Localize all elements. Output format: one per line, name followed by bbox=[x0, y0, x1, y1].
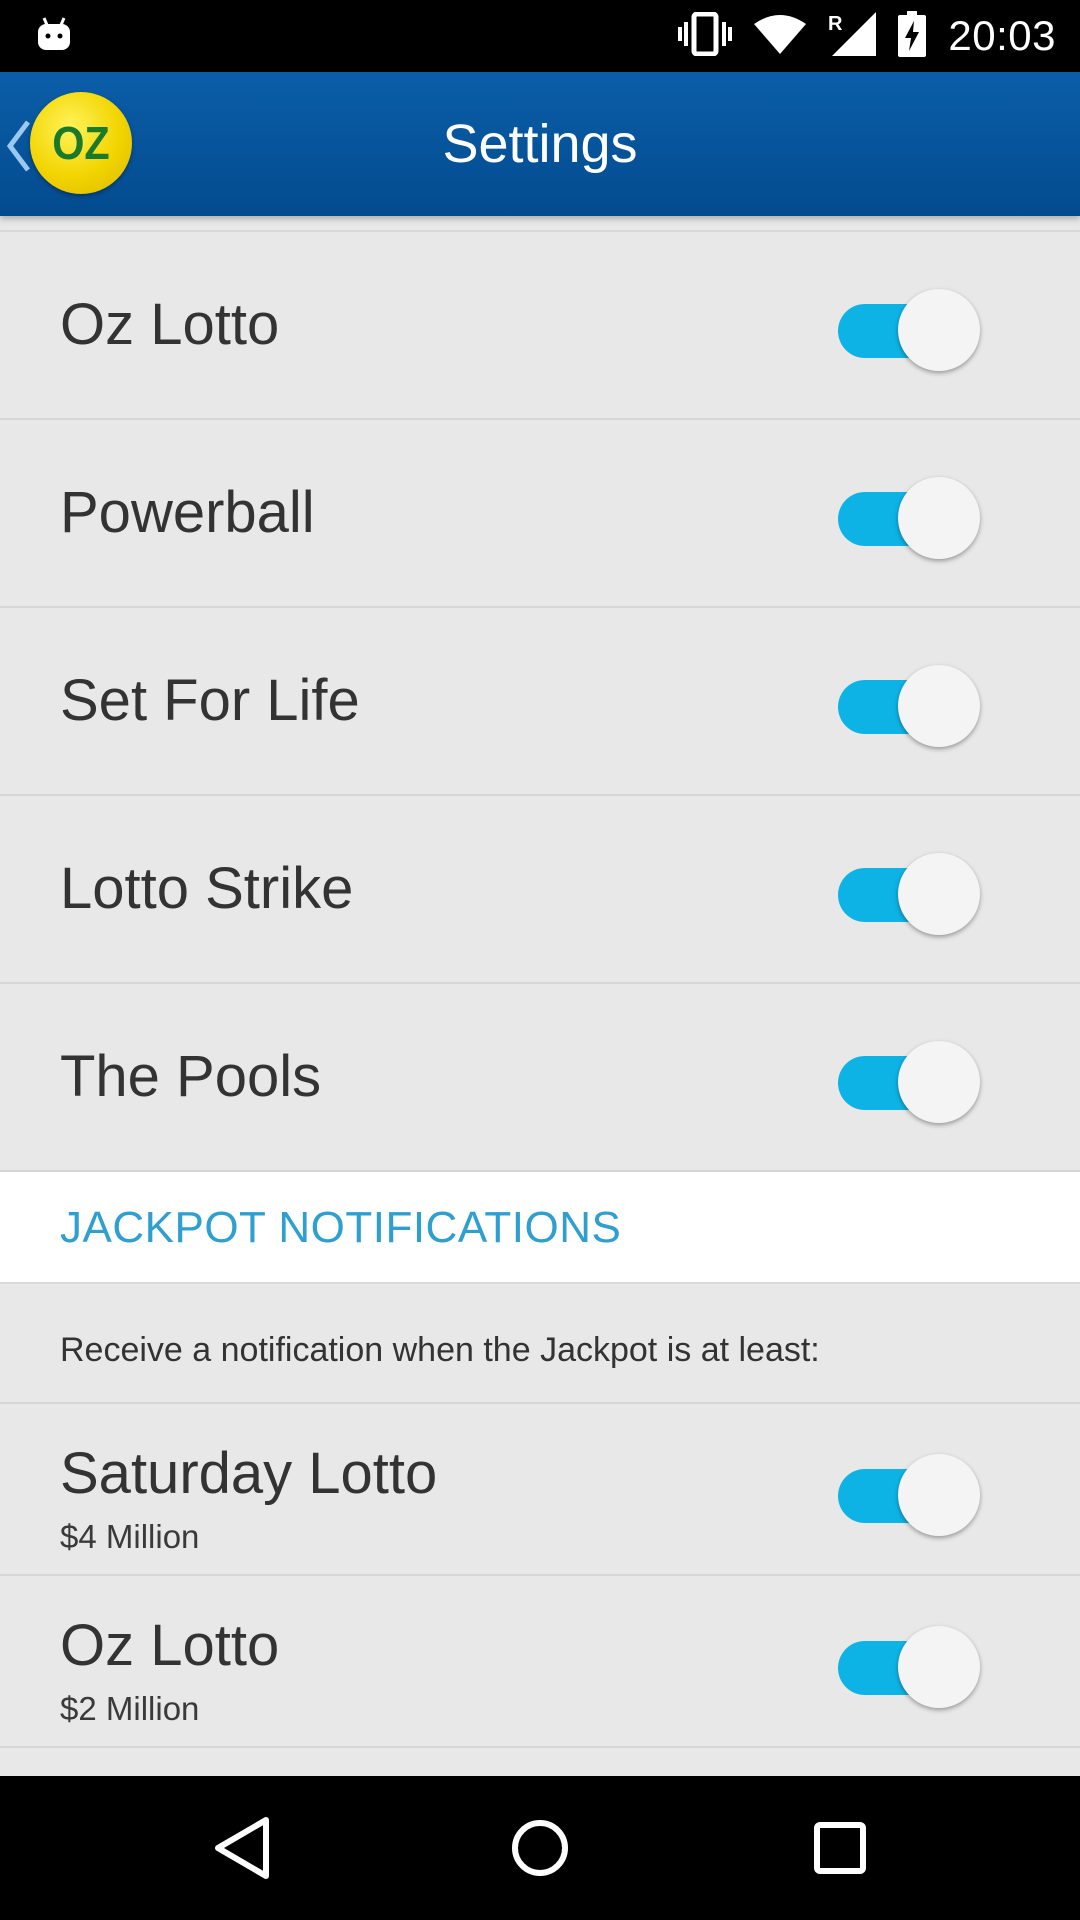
setting-label: The Pools bbox=[60, 1044, 322, 1109]
toggle-switch[interactable] bbox=[830, 283, 980, 371]
wifi-icon bbox=[754, 14, 807, 59]
list-divider bbox=[0, 216, 1080, 232]
home-circle-icon[interactable] bbox=[490, 1798, 590, 1898]
toggle-thumb bbox=[898, 853, 980, 935]
jackpot-label: Saturday Lotto bbox=[60, 1441, 438, 1506]
toggle-thumb bbox=[898, 477, 980, 559]
setting-row-oz-lotto[interactable]: Oz Lotto bbox=[0, 232, 1080, 420]
logo-text: OZ bbox=[52, 117, 110, 169]
status-icons: R 20:03 bbox=[678, 0, 1056, 72]
jackpot-row-oz-lotto[interactable]: Oz Lotto $2 Million bbox=[0, 1576, 1080, 1748]
setting-row-set-for-life[interactable]: Set For Life bbox=[0, 608, 1080, 796]
app-logo[interactable]: OZ bbox=[30, 92, 132, 194]
toggle-switch[interactable] bbox=[830, 471, 980, 559]
section-header-text: JACKPOT NOTIFICATIONS bbox=[60, 1203, 622, 1252]
android-icon bbox=[36, 14, 72, 54]
status-time: 20:03 bbox=[948, 12, 1056, 59]
toggle-switch[interactable] bbox=[830, 1035, 980, 1123]
vibrate-icon bbox=[678, 11, 733, 61]
toggle-thumb bbox=[898, 1041, 980, 1123]
back-triangle-icon[interactable] bbox=[192, 1798, 292, 1898]
info-row: Receive a notification when the Jackpot … bbox=[0, 1284, 1080, 1404]
battery-charging-icon bbox=[898, 10, 927, 62]
setting-row-lotto-strike[interactable]: Lotto Strike bbox=[0, 796, 1080, 984]
toggle-thumb bbox=[898, 289, 980, 371]
setting-row-powerball[interactable]: Powerball bbox=[0, 420, 1080, 608]
toggle-switch[interactable] bbox=[830, 659, 980, 747]
recents-square-icon[interactable] bbox=[790, 1798, 890, 1898]
setting-label: Lotto Strike bbox=[60, 856, 354, 921]
jackpot-label: Oz Lotto bbox=[60, 1613, 280, 1678]
toggle-thumb bbox=[898, 1626, 980, 1708]
setting-label: Set For Life bbox=[60, 668, 360, 733]
jackpot-row-saturday-lotto[interactable]: Saturday Lotto $4 Million bbox=[0, 1404, 1080, 1576]
jackpot-amount: $4 Million bbox=[60, 1518, 200, 1555]
svg-text:R: R bbox=[828, 13, 843, 35]
toggle-switch[interactable] bbox=[830, 1620, 980, 1708]
settings-list[interactable]: Oz Lotto Powerball Set For Life Lotto St… bbox=[0, 216, 1080, 1776]
toggle-switch[interactable] bbox=[830, 1448, 980, 1536]
toggle-thumb bbox=[898, 1454, 980, 1536]
toggle-switch[interactable] bbox=[830, 847, 980, 935]
app-bar: Settings OZ bbox=[0, 72, 1080, 216]
jackpot-amount: $2 Million bbox=[60, 1690, 200, 1727]
setting-label: Powerball bbox=[60, 480, 315, 545]
setting-label: Oz Lotto bbox=[60, 292, 280, 357]
status-bar: R 20:03 bbox=[0, 0, 1080, 72]
system-nav-bar bbox=[0, 1776, 1080, 1920]
toggle-thumb bbox=[898, 665, 980, 747]
setting-row-the-pools[interactable]: The Pools bbox=[0, 984, 1080, 1172]
jackpot-description: Receive a notification when the Jackpot … bbox=[60, 1331, 820, 1369]
signal-roaming-icon: R bbox=[828, 11, 877, 61]
page-title: Settings bbox=[442, 114, 638, 174]
section-header: JACKPOT NOTIFICATIONS bbox=[0, 1172, 1080, 1284]
